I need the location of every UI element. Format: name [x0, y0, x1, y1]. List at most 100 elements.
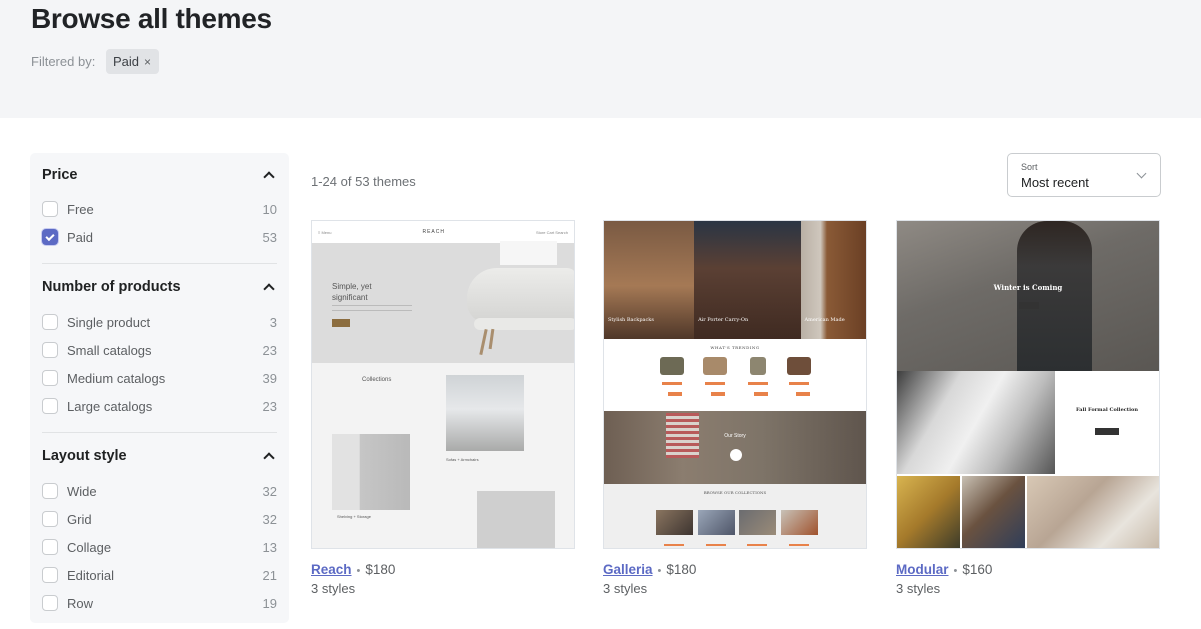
chevron-up-icon[interactable] — [263, 171, 275, 183]
theme-preview-image[interactable]: ≡ Menu REACH Store Cart Search Simple, y… — [311, 220, 575, 549]
theme-name-link[interactable]: Galleria — [603, 562, 653, 577]
filter-option-medium-catalogs[interactable]: Medium catalogs 39 — [42, 364, 277, 392]
filter-option-small-catalogs[interactable]: Small catalogs 23 — [42, 336, 277, 364]
separator-dot: • — [953, 565, 958, 577]
preview-section-title: Collections — [362, 377, 392, 383]
theme-styles-count: 3 styles — [603, 581, 648, 596]
results-count: 1-24 of 53 themes — [311, 174, 416, 189]
theme-preview-image[interactable]: Winter is Coming Fall Formal Collection — [896, 220, 1160, 549]
filter-option-count: 53 — [262, 229, 277, 245]
checkbox[interactable] — [42, 567, 58, 583]
theme-price: $160 — [962, 562, 993, 577]
collection-link — [747, 544, 767, 546]
theme-price: $180 — [365, 562, 396, 577]
preview-trending: WHAT'S TRENDING — [604, 339, 866, 411]
filter-option-grid[interactable]: Grid 32 — [42, 505, 277, 533]
preview-hero-title: Simple, yet significant — [332, 282, 372, 302]
filter-sidebar: Price Free 10 Paid 53 Number of products… — [30, 153, 289, 623]
separator-dot: • — [657, 565, 662, 577]
checkbox[interactable] — [42, 511, 58, 527]
collection-link — [706, 544, 726, 546]
preview-hero-button — [332, 319, 350, 327]
preview-caption: Sofas + Armchairs — [446, 457, 479, 462]
close-icon[interactable]: × — [144, 55, 151, 69]
collection-image — [739, 510, 776, 535]
filter-option-label: Single product — [67, 314, 151, 330]
filter-option-wide[interactable]: Wide 32 — [42, 477, 277, 505]
sofa-seat — [474, 318, 574, 330]
theme-name-link[interactable]: Modular — [896, 562, 949, 577]
theme-preview-image[interactable]: Stylish Backpacks Air Porter Carry-On Am… — [603, 220, 867, 549]
product-title — [705, 382, 725, 385]
filter-option-paid[interactable]: Paid 53 — [42, 223, 277, 251]
theme-card-reach: ≡ Menu REACH Store Cart Search Simple, y… — [311, 220, 575, 596]
filter-group-header-price[interactable]: Price — [42, 153, 277, 195]
filter-group-title: Layout style — [42, 448, 127, 464]
checkbox[interactable] — [42, 483, 58, 499]
preview-feature-title: Fall Formal Collection — [1076, 407, 1138, 413]
separator-dot: • — [356, 565, 361, 577]
filter-option-label: Grid — [67, 511, 92, 527]
preview-story-title: Our Story — [724, 433, 746, 439]
preview-collections: Collections Sofas + Armchairs Shelving +… — [312, 363, 574, 548]
product-title — [748, 382, 768, 385]
theme-meta: Galleria • $180 — [603, 562, 867, 577]
theme-card-galleria: Stylish Backpacks Air Porter Carry-On Am… — [603, 220, 867, 596]
preview-popup — [500, 241, 557, 265]
filtered-by-label: Filtered by: — [31, 54, 96, 69]
sofa-leg — [488, 328, 495, 350]
shelving-image — [332, 434, 410, 510]
preview-hero-button — [1019, 302, 1039, 309]
filter-group-header-layout-style[interactable]: Layout style — [42, 433, 277, 477]
checkbox[interactable] — [42, 539, 58, 555]
filter-option-count: 10 — [262, 201, 277, 217]
theme-meta: Modular • $160 — [896, 562, 1160, 577]
product-image — [703, 357, 727, 375]
sort-select[interactable]: Sort Most recent — [1007, 153, 1161, 197]
gallery-image — [897, 476, 960, 548]
preview-caption: Air Porter Carry-On — [698, 317, 749, 323]
checkbox[interactable] — [42, 314, 58, 330]
filter-option-large-catalogs[interactable]: Large catalogs 23 — [42, 392, 277, 420]
filter-option-single-product[interactable]: Single product 3 — [42, 308, 277, 336]
product-image — [787, 357, 811, 375]
checkbox[interactable] — [42, 595, 58, 611]
theme-price: $180 — [666, 562, 697, 577]
filter-option-free[interactable]: Free 10 — [42, 195, 277, 223]
preview-browse: BROWSE OUR COLLECTIONS — [604, 484, 866, 548]
filter-group-layout-style: Layout style Wide 32 Grid 32 Collage 13 … — [42, 433, 277, 629]
filter-option-count: 21 — [262, 567, 277, 583]
theme-styles-count: 3 styles — [896, 581, 941, 596]
chevron-up-icon[interactable] — [263, 283, 275, 295]
filter-option-label: Free — [67, 201, 94, 217]
gallery-image — [1027, 476, 1159, 548]
collection-image — [698, 510, 735, 535]
theme-name-link[interactable]: Reach — [311, 562, 352, 577]
filter-group-header-number-of-products[interactable]: Number of products — [42, 264, 277, 308]
preview-hero: Stylish Backpacks Air Porter Carry-On Am… — [604, 221, 866, 339]
checkbox[interactable] — [42, 342, 58, 358]
hero-panel: American Made — [800, 221, 866, 339]
lamp-image — [477, 491, 555, 548]
filter-option-count: 3 — [269, 314, 277, 330]
add-to-cart — [711, 392, 725, 396]
filter-option-label: Medium catalogs — [67, 370, 166, 386]
filter-option-editorial[interactable]: Editorial 21 — [42, 561, 277, 589]
active-filter-chip-paid[interactable]: Paid × — [106, 49, 160, 74]
checkbox-checked[interactable] — [42, 229, 58, 245]
sort-label: Sort — [1021, 162, 1038, 172]
add-to-cart — [668, 392, 682, 396]
chevron-down-icon — [1136, 168, 1147, 179]
filter-option-label: Collage — [67, 539, 112, 555]
filter-group-price: Price Free 10 Paid 53 — [42, 153, 277, 264]
preview-caption: American Made — [804, 317, 845, 323]
filter-option-collage[interactable]: Collage 13 — [42, 533, 277, 561]
checkbox[interactable] — [42, 398, 58, 414]
checkbox[interactable] — [42, 201, 58, 217]
checkbox[interactable] — [42, 370, 58, 386]
chevron-up-icon[interactable] — [263, 452, 275, 464]
filter-group-title: Price — [42, 167, 78, 183]
collection-link — [664, 544, 684, 546]
add-to-cart — [754, 392, 768, 396]
theme-styles-count: 3 styles — [311, 581, 356, 596]
